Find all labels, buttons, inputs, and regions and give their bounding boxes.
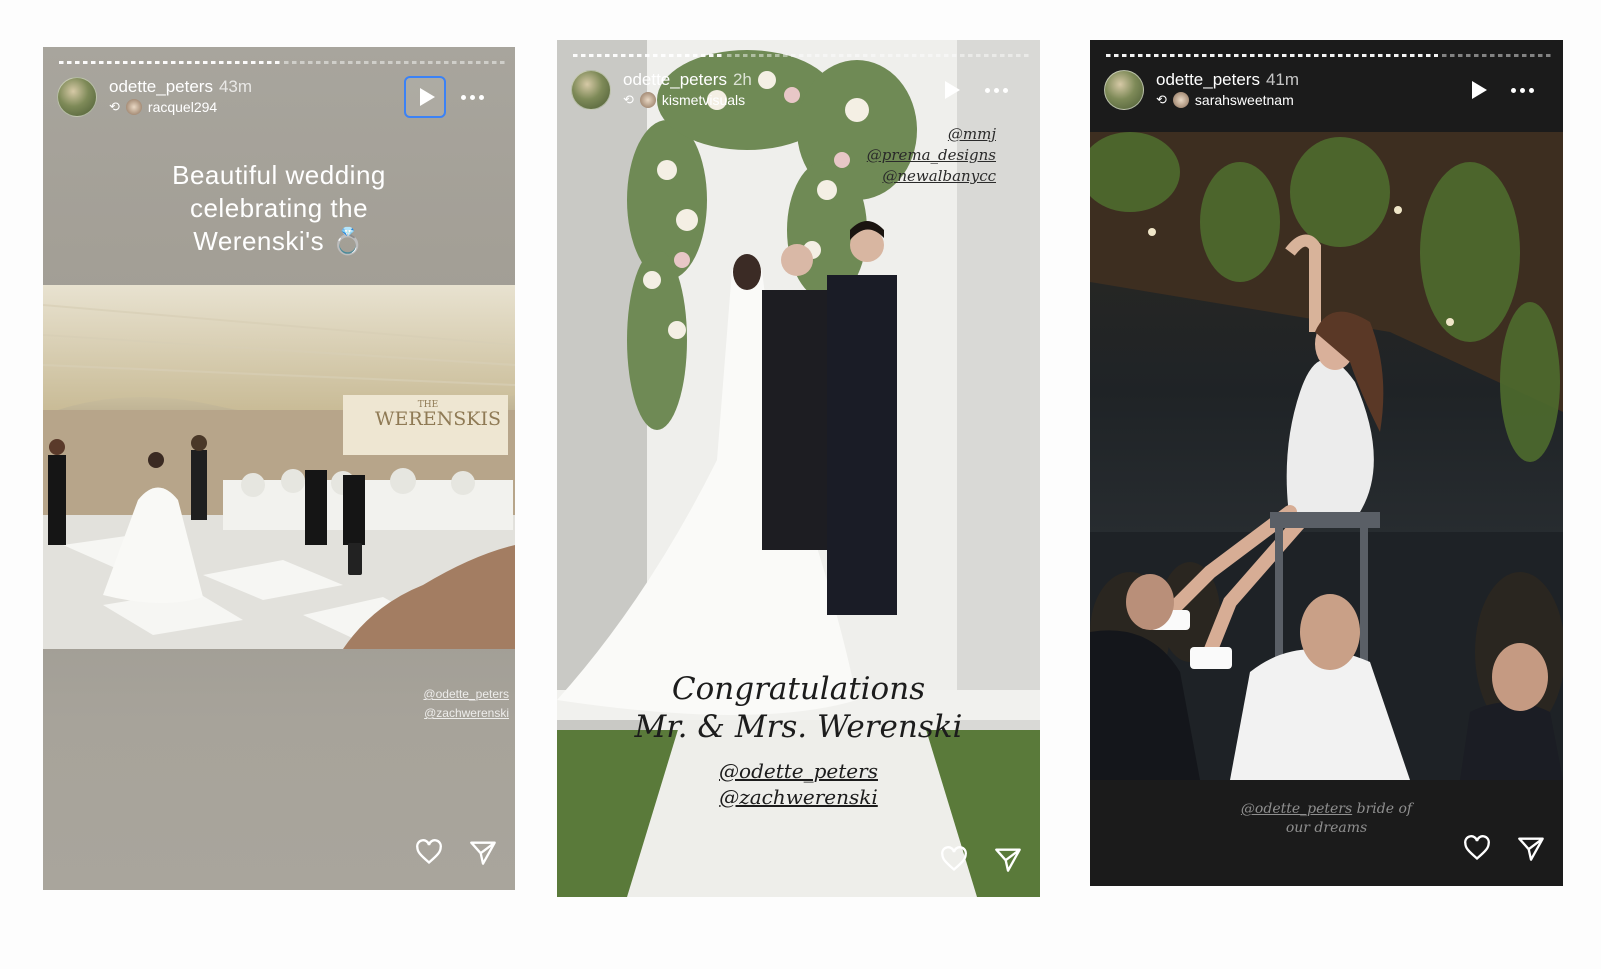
username[interactable]: odette_peters [1156, 70, 1260, 89]
username[interactable]: odette_peters [623, 70, 727, 89]
story-header: odette_peters 2h ⟲ kismetvisuals [571, 68, 1026, 114]
more-icon [460, 94, 466, 100]
story-actions [1461, 832, 1547, 864]
share-button[interactable] [992, 843, 1024, 875]
timestamp: 2h [732, 70, 752, 89]
progress-segment [880, 54, 1031, 57]
mention-link[interactable]: @prema_designs [867, 145, 996, 166]
mention-link[interactable]: @zachwerenski [423, 704, 509, 723]
story-header: odette_peters 41m ⟲ sarahsweetnam [1104, 68, 1549, 114]
play-button[interactable] [1456, 69, 1498, 111]
reception-illustration: THE WERENSKIS [43, 285, 515, 649]
more-icon [1510, 87, 1516, 93]
progress-segment [1106, 54, 1439, 57]
play-button[interactable] [404, 76, 446, 118]
like-button[interactable] [1461, 832, 1493, 864]
story-card-2[interactable]: odette_peters 2h ⟲ kismetvisuals @mmj @pr… [557, 40, 1040, 897]
party-illustration [1090, 132, 1563, 780]
play-icon [419, 88, 435, 106]
chair [1270, 512, 1380, 528]
caption-line: Congratulations [671, 671, 926, 707]
story-card-3[interactable]: odette_peters 41m ⟲ sarahsweetnam @odett… [1090, 40, 1563, 886]
story-actions [413, 836, 499, 868]
story-caption: Beautiful wedding celebrating the Werens… [43, 159, 515, 258]
caption-line: Beautiful wedding [172, 160, 386, 190]
like-button[interactable] [413, 836, 445, 868]
repost-icon: ⟲ [1156, 92, 1167, 107]
groom-figure [827, 275, 897, 615]
mention-list: @odette_peters @zachwerenski [423, 685, 509, 723]
repost-info: ⟲ racquel294 [109, 99, 217, 115]
repost-avatar [639, 92, 656, 108]
like-button[interactable] [938, 843, 970, 875]
more-options-button[interactable] [978, 75, 1014, 105]
caption-line: Mr. & Mrs. Werenski [634, 709, 963, 745]
send-icon [995, 848, 1021, 872]
story-header: odette_peters 43m ⟲ racquel294 [57, 75, 501, 121]
more-options-button[interactable] [454, 82, 490, 112]
story-caption: Congratulations Mr. & Mrs. Werenski [557, 670, 1040, 746]
repost-icon: ⟲ [109, 99, 120, 114]
story-progress-bar [59, 61, 505, 64]
timestamp: 41m [1265, 70, 1300, 89]
avatar[interactable] [1104, 70, 1144, 110]
mention-link[interactable]: @odette_peters [423, 685, 509, 704]
send-icon [1518, 837, 1544, 861]
mention-link[interactable]: @zachwerenski [557, 784, 1040, 810]
play-button[interactable] [929, 69, 971, 111]
progress-segment [573, 54, 723, 57]
timestamp: 43m [218, 77, 253, 96]
repost-username[interactable]: sarahsweetnam [1195, 92, 1294, 108]
mention-link[interactable]: @odette_peters [557, 758, 1040, 784]
username[interactable]: odette_peters [109, 77, 213, 96]
repost-username[interactable]: racquel294 [148, 99, 217, 115]
story-actions [938, 843, 1024, 875]
repost-username[interactable]: kismetvisuals [662, 92, 745, 108]
officiant-figure [762, 290, 832, 550]
groom-figure [191, 450, 207, 520]
mention-link[interactable]: @mmj [867, 124, 996, 145]
mention-link[interactable]: @odette_peters [1241, 801, 1352, 817]
repost-icon: ⟲ [623, 92, 634, 107]
heart-icon [941, 846, 967, 872]
caption-text: bride of [1352, 801, 1413, 817]
repost-info: ⟲ kismetvisuals [623, 92, 745, 108]
share-button[interactable] [467, 836, 499, 868]
caption-line: Werenski's 💍 [193, 226, 365, 256]
heart-icon [416, 839, 442, 865]
progress-segment [59, 61, 280, 64]
vendor-mentions: @mmj @prema_designs @newalbanycc [867, 124, 996, 187]
story-photo-reception: THE WERENSKIS [43, 285, 515, 649]
progress-segment [284, 61, 505, 64]
progress-segment [1442, 54, 1553, 57]
send-icon [470, 841, 496, 865]
play-icon [1471, 81, 1487, 99]
page: odette_peters 43m ⟲ racquel294 Beautiful … [0, 0, 1601, 969]
avatar[interactable] [57, 77, 97, 117]
story-card-1[interactable]: odette_peters 43m ⟲ racquel294 Beautiful … [43, 47, 515, 890]
repost-info: ⟲ sarahsweetnam [1156, 92, 1294, 108]
story-photo-chair-lift [1090, 132, 1563, 780]
mention-list: @odette_peters @zachwerenski [557, 758, 1040, 810]
share-button[interactable] [1515, 832, 1547, 864]
svg-text:WERENSKIS: WERENSKIS [375, 408, 501, 430]
heart-icon [1464, 835, 1490, 861]
caption-line: celebrating the [189, 193, 369, 223]
story-progress-bar [1106, 54, 1553, 57]
repost-avatar [1172, 92, 1189, 108]
more-icon [984, 87, 990, 93]
progress-segment [726, 54, 877, 57]
mention-link[interactable]: @newalbanycc [867, 166, 996, 187]
play-icon [944, 81, 960, 99]
repost-avatar [125, 99, 142, 115]
more-options-button[interactable] [1504, 75, 1540, 105]
story-progress-bar [573, 54, 1031, 57]
avatar[interactable] [571, 70, 611, 110]
